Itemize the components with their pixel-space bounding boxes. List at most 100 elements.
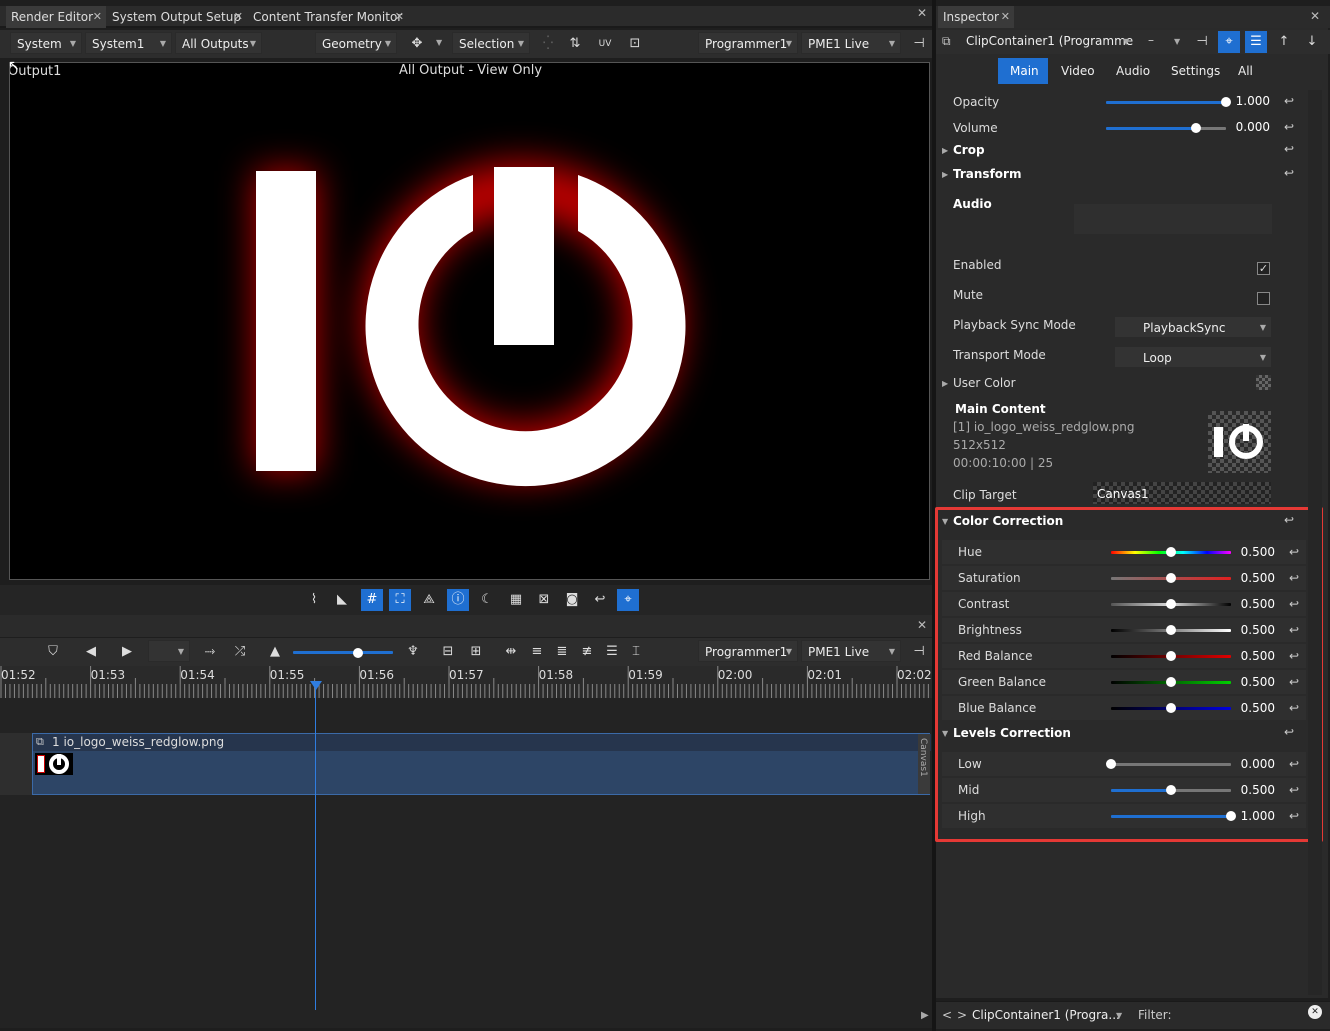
fit-all-icon[interactable]: ⊞ [465, 641, 487, 663]
chevron-down-icon[interactable]: ▼ [1116, 1011, 1122, 1020]
waveform-icon[interactable]: ⌇ [303, 589, 325, 611]
grid-icon[interactable]: # [361, 589, 383, 611]
list-icon[interactable]: ☰ [1245, 31, 1267, 53]
timeline-programmer-dropdown[interactable]: Programmer1 ▼ [698, 640, 798, 662]
tab-system-output-setup[interactable]: System Output Setup ✕ [107, 6, 247, 28]
reset-icon[interactable]: ↩ [1289, 545, 1299, 559]
triangle-icon[interactable]: ◣ [331, 589, 353, 611]
chevron-down-icon[interactable]: ▼ [1174, 37, 1180, 46]
magnet-icon[interactable]: ☾ [476, 589, 498, 611]
pin-icon[interactable]: ⊣ [908, 641, 930, 663]
cc-slider-knob[interactable] [1166, 547, 1176, 557]
live-dropdown[interactable]: PME1 Live ▼ [801, 32, 901, 54]
reset-icon[interactable]: ↩ [1289, 623, 1299, 637]
tab-render-editor[interactable]: Render Editor ✕ [6, 6, 106, 28]
marker-dropdown[interactable]: ▼ [148, 640, 190, 662]
snapshot-icon[interactable]: ◙ [561, 589, 583, 611]
collapse-arrow-icon[interactable]: ▼ [942, 517, 948, 526]
levels-value[interactable]: 1.000 [1235, 809, 1275, 823]
tulip-icon[interactable]: ♆ [402, 641, 424, 663]
crop-section[interactable]: Crop [953, 143, 985, 157]
crop-icon[interactable]: ⟁ [418, 589, 440, 611]
cursor-line-icon[interactable]: ⌶ [625, 641, 647, 663]
cc-value[interactable]: 0.500 [1235, 597, 1275, 611]
expand-icon[interactable]: ⇹ [500, 641, 522, 663]
subtab-all[interactable]: All [1238, 64, 1253, 78]
selection-dropdown[interactable]: Selection ▼ [452, 32, 530, 54]
reset-icon[interactable]: ↩ [1284, 120, 1294, 134]
clip-target-field[interactable]: Canvas1 [1093, 482, 1271, 504]
zoom-slider[interactable] [293, 651, 393, 654]
expand-arrow-icon[interactable]: ▶ [942, 146, 948, 155]
flip-icon[interactable]: ⇅ [564, 33, 586, 55]
fit-width-icon[interactable]: ⊟ [437, 641, 459, 663]
opacity-slider[interactable] [1106, 101, 1226, 104]
opacity-value[interactable]: 1.000 [1230, 94, 1270, 108]
add-track-icon[interactable]: ≢ [576, 641, 598, 663]
chevron-down-icon[interactable]: ▼ [1123, 37, 1129, 46]
tab-content-transfer-monitor[interactable]: Content Transfer Monitor ✕ [248, 6, 408, 28]
nav-forward-button[interactable]: > [957, 1008, 967, 1022]
system1-dropdown[interactable]: System1 ▼ [85, 32, 172, 54]
arrow-down-icon[interactable]: ↓ [1301, 31, 1323, 53]
cc-value[interactable]: 0.500 [1235, 545, 1275, 559]
outputs-dropdown[interactable]: All Outputs ▼ [175, 32, 262, 54]
levels-slider[interactable] [1111, 815, 1231, 818]
close-panel-icon[interactable]: ✕ [917, 618, 927, 632]
close-icon[interactable]: ✕ [1001, 6, 1010, 28]
move-icon[interactable]: ✥ [406, 33, 428, 55]
jump-icon[interactable]: ⤑ [199, 641, 221, 663]
image-icon[interactable]: ▲ [264, 641, 286, 663]
pin-icon[interactable]: ⊣ [908, 33, 930, 55]
next-marker-icon[interactable]: ▶ [116, 641, 138, 663]
info-icon[interactable]: ⓘ [447, 589, 469, 611]
cc-slider-knob[interactable] [1166, 703, 1176, 713]
collapse-arrow-icon[interactable]: ▼ [942, 729, 948, 738]
enabled-checkbox[interactable]: ✓ [1257, 262, 1270, 275]
add-marker-icon[interactable]: ⛉ [42, 641, 64, 663]
reset-icon[interactable]: ↩ [1289, 571, 1299, 585]
filter-input[interactable] [1176, 1006, 1306, 1026]
align-center-icon[interactable]: ≣ [551, 641, 573, 663]
reset-icon[interactable]: ↩ [1289, 649, 1299, 663]
cc-value[interactable]: 0.500 [1235, 649, 1275, 663]
expand-arrow-icon[interactable]: ▶ [942, 379, 948, 388]
mute-checkbox[interactable] [1257, 292, 1270, 305]
subtab-video[interactable]: Video [1061, 64, 1095, 78]
arrow-up-icon[interactable]: ↑ [1273, 31, 1295, 53]
reset-icon[interactable]: ↩ [1284, 725, 1294, 739]
levels-value[interactable]: 0.500 [1235, 783, 1275, 797]
volume-value[interactable]: 0.000 [1230, 120, 1270, 134]
cc-value[interactable]: 0.500 [1235, 623, 1275, 637]
subtab-audio[interactable]: Audio [1116, 64, 1150, 78]
volume-slider[interactable] [1106, 127, 1226, 130]
tab-inspector[interactable]: Inspector ✕ [938, 6, 1014, 28]
playback-sync-dropdown[interactable]: PlaybackSync ▼ [1114, 316, 1272, 338]
close-icon[interactable]: ✕ [234, 6, 243, 28]
close-panel-icon[interactable]: ✕ [917, 6, 927, 20]
cc-slider-knob[interactable] [1166, 651, 1176, 661]
cc-slider-knob[interactable] [1166, 625, 1176, 635]
subtab-main[interactable]: Main [1010, 64, 1039, 78]
shuffle-icon[interactable]: ⤮ [229, 641, 251, 663]
nav-back-button[interactable]: < [942, 1008, 952, 1022]
timeline-live-dropdown[interactable]: PME1 Live ▼ [801, 640, 901, 662]
cc-value[interactable]: 0.500 [1235, 675, 1275, 689]
target-icon[interactable]: ⌖ [1218, 31, 1240, 53]
transport-mode-dropdown[interactable]: Loop ▼ [1114, 346, 1272, 368]
levels-slider[interactable] [1111, 763, 1231, 766]
content-thumbnail[interactable] [1208, 411, 1271, 473]
reset-icon[interactable]: ↩ [1289, 597, 1299, 611]
reset-icon[interactable]: ↩ [1289, 675, 1299, 689]
inspector-scrollbar[interactable] [1308, 90, 1322, 995]
system-dropdown[interactable]: System ▼ [10, 32, 82, 54]
close-panel-icon[interactable]: ✕ [1310, 9, 1320, 23]
target-icon[interactable]: ⌖ [617, 589, 639, 611]
subtab-settings[interactable]: Settings [1171, 64, 1220, 78]
remove-track-icon[interactable]: ☰ [601, 641, 623, 663]
reset-icon[interactable]: ↩ [1284, 142, 1294, 156]
levels-slider-knob[interactable] [1166, 785, 1176, 795]
cc-slider-knob[interactable] [1166, 599, 1176, 609]
cc-slider-knob[interactable] [1166, 677, 1176, 687]
timeline-clip[interactable]: ⧉ 1 io_logo_weiss_redglow.png Canvas1 [32, 733, 931, 795]
